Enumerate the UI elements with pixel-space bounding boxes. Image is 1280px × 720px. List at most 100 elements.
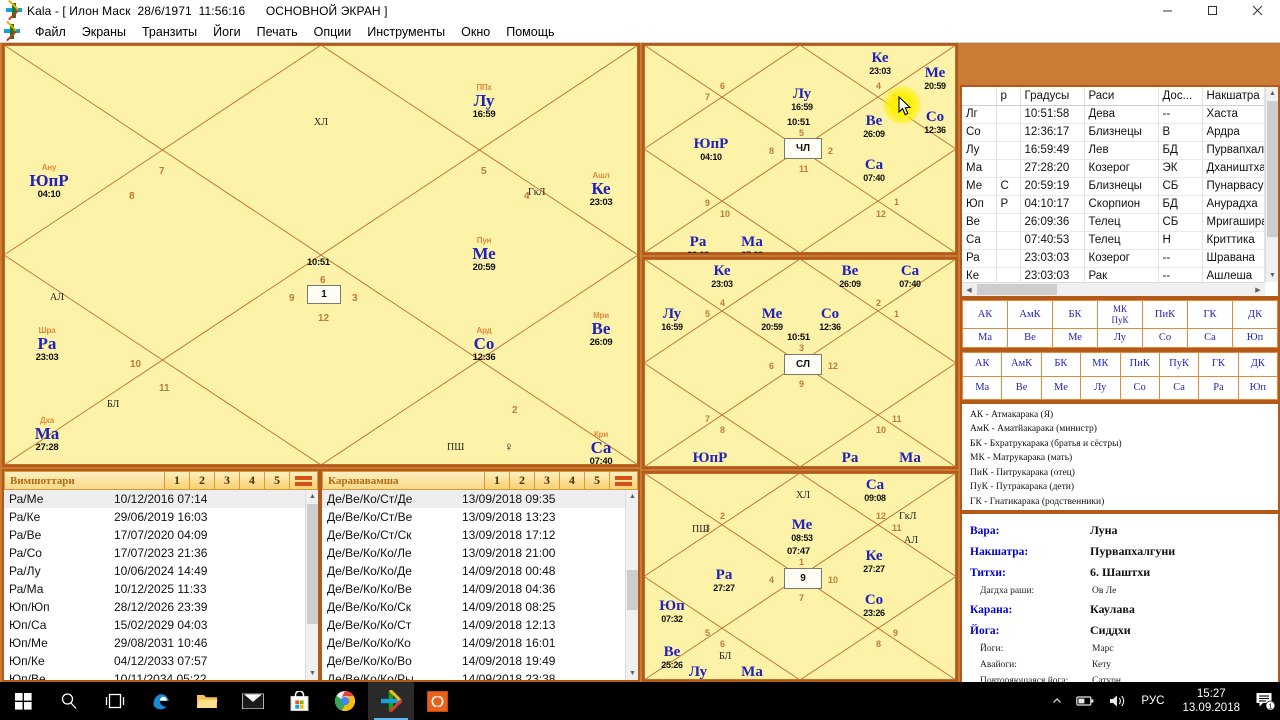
planet-cell-mercury[interactable]: Ме 08:53 bbox=[776, 517, 828, 543]
planet-cell-jupiter[interactable]: Ану ЮпР 04:10 bbox=[12, 164, 86, 199]
dasha-row[interactable]: Юп/Ве 10/11/2034 05:22 bbox=[4, 670, 305, 680]
taskbar-edge-button[interactable] bbox=[138, 682, 184, 720]
planet-cell-saturn[interactable]: Са 07:40 bbox=[884, 263, 936, 289]
karaka-header[interactable]: МК bbox=[1080, 352, 1121, 377]
karaka-value[interactable]: Юп bbox=[1237, 375, 1278, 400]
chart4-panel[interactable]: 1 2 3 4 5 6 7 8 9 10 11 12 ХЛ ГкЛ АЛ БЛ … bbox=[642, 471, 958, 682]
dasha-row[interactable]: Де/Ве/Ко/Ст/Ве 13/09/2018 13:23 bbox=[322, 508, 625, 526]
maximize-button[interactable] bbox=[1190, 0, 1235, 21]
planet-cell-moon[interactable]: Лу 16:59 bbox=[646, 306, 698, 332]
scroll-right-icon[interactable]: ▶ bbox=[1251, 283, 1265, 296]
dasha-scrollbar[interactable]: ▲ ▼ bbox=[625, 490, 638, 680]
dasha-level-tab-1[interactable]: 1 bbox=[165, 471, 190, 490]
dasha-row[interactable]: Де/Ве/Ко/Ко/Ск 14/09/2018 08:25 bbox=[322, 598, 625, 616]
dasha-level-tab-1[interactable]: 1 bbox=[485, 471, 510, 490]
dasha-list[interactable]: Де/Ве/Ко/Ст/Де 13/09/2018 09:35 Де/Ве/Ко… bbox=[322, 490, 625, 680]
planet-cell-rahu[interactable]: Ра 27:27 bbox=[698, 567, 750, 593]
dasha-row[interactable]: Де/Ве/Ко/Ко/Во 14/09/2018 19:49 bbox=[322, 652, 625, 670]
dasha-row[interactable]: Де/Ве/Ко/Ко/Ко 14/09/2018 16:01 bbox=[322, 634, 625, 652]
menu-item-screens[interactable]: Экраны bbox=[74, 23, 134, 41]
dasha-row[interactable]: Де/Ве/Ко/Ко/Ст 14/09/2018 12:13 bbox=[322, 616, 625, 634]
dasha-level-tab-4[interactable]: 4 bbox=[560, 471, 585, 490]
taskbar-chrome-button[interactable] bbox=[322, 682, 368, 720]
dasha-row[interactable]: Ра/Ме 10/12/2016 07:14 bbox=[4, 490, 305, 508]
planet-cell-mercury[interactable]: Пун Ме 20:59 bbox=[449, 237, 519, 272]
planet-table-hscrollbar[interactable]: ◀ ▶ bbox=[962, 282, 1265, 296]
karaka-grid-top-panel[interactable]: АК АмК БК МК ПуК ПиК ГК ДК Ма Ве Ме Лу С… bbox=[960, 298, 1280, 350]
tray-language-indicator[interactable]: РУС bbox=[1133, 695, 1172, 707]
rasi-chart-panel[interactable]: 1 2 3 4 5 6 7 8 9 10 11 12 ХЛ ГкЛ АЛ БЛ … bbox=[2, 43, 640, 467]
planet-cell-saturn[interactable]: Кри Са 07:40 bbox=[566, 431, 636, 466]
planet-cell-ketu[interactable]: Ке 23:03 bbox=[850, 50, 910, 76]
karaka-value[interactable]: Лу bbox=[1097, 328, 1143, 348]
table-row[interactable]: Са 07:40:53 Телец Н Криттика bbox=[962, 231, 1265, 250]
karaka-header[interactable]: ПиК bbox=[1142, 300, 1188, 330]
table-row[interactable]: Ке 23:03:03 Рак -- Ашлеша bbox=[962, 267, 1265, 282]
dasha-row[interactable]: Де/Ве/Ко/Ко/Ве 14/09/2018 04:36 bbox=[322, 580, 625, 598]
planet-cell-moon[interactable]: Лу 02:38 bbox=[672, 664, 724, 680]
table-row[interactable]: Ве 26:09:36 Телец СБ Мригашира bbox=[962, 213, 1265, 232]
menu-item-window[interactable]: Окно bbox=[453, 23, 498, 41]
planet-cell-ketu[interactable]: Ке 23:03 bbox=[696, 263, 748, 289]
dasha-row[interactable]: Ра/Ке 29/06/2019 16:03 bbox=[4, 508, 305, 526]
table-row[interactable]: Ма 27:28:20 Козерог ЭК Дхаништха bbox=[962, 159, 1265, 178]
planet-cell-rahu[interactable]: Ра 23:03 bbox=[824, 450, 876, 467]
dasha-row[interactable]: Юп/Юп 28/12/2026 23:39 bbox=[4, 598, 305, 616]
vimshottari-dasha-panel[interactable]: Вимшоттари 1 2 3 4 5 Ра/Ме 10/12/2016 07… bbox=[2, 469, 320, 682]
karaka-header[interactable]: ПиК bbox=[1119, 352, 1160, 377]
table-row[interactable]: Лу 16:59:49 Лев БД Пурвапхалгуни bbox=[962, 141, 1265, 160]
planet-cell-mars[interactable]: Дха Ма 27:28 bbox=[12, 417, 82, 452]
tray-battery-icon[interactable] bbox=[1069, 695, 1102, 707]
scroll-up-icon[interactable]: ▲ bbox=[1266, 87, 1278, 100]
karaka-header[interactable]: ДК bbox=[1237, 352, 1278, 377]
planet-cell-saturn[interactable]: Са 07:40 bbox=[848, 157, 900, 183]
planet-cell-mars[interactable]: Ма 07:45 bbox=[726, 664, 778, 680]
center-lagna-box[interactable]: СЛ bbox=[784, 354, 822, 375]
planet-cell-venus[interactable]: Мри Ве 26:09 bbox=[566, 312, 636, 347]
planet-cell-moon[interactable]: Лу 16:59 bbox=[776, 86, 828, 112]
planet-cell-sun[interactable]: Со 23:26 bbox=[848, 592, 900, 618]
planet-cell-mercury[interactable]: Ме 20:59 bbox=[909, 65, 956, 91]
dasha-row[interactable]: Юп/Ке 04/12/2033 07:57 bbox=[4, 652, 305, 670]
menu-item-yogas[interactable]: Йоги bbox=[205, 23, 248, 41]
windows-start-button[interactable] bbox=[0, 682, 46, 720]
karaka-header[interactable]: ДК bbox=[1232, 300, 1278, 330]
karaka-header[interactable]: АмК bbox=[1007, 300, 1053, 330]
dasha-row[interactable]: Де/Ве/Ко/Ст/Де 13/09/2018 09:35 bbox=[322, 490, 625, 508]
planet-cell-ketu[interactable]: Ке 27:27 bbox=[848, 548, 900, 574]
planet-cell-jupiter[interactable]: ЮпР 04:10 bbox=[679, 136, 743, 162]
dasha-level-tab-5[interactable]: 5 bbox=[585, 471, 610, 490]
dasha-row[interactable]: Де/Ве/Ко/Ст/Ск 13/09/2018 17:12 bbox=[322, 526, 625, 544]
karaka-header[interactable]: АмК bbox=[1001, 352, 1042, 377]
table-row[interactable]: Ра 23:03:03 Козерог -- Шравана bbox=[962, 249, 1265, 268]
table-row[interactable]: Лг 10:51:58 Дева -- Хаста bbox=[962, 105, 1265, 124]
taskbar-file-explorer-button[interactable] bbox=[184, 682, 230, 720]
dasha-row[interactable]: Ра/Со 17/07/2023 21:36 bbox=[4, 544, 305, 562]
planet-cell-venus[interactable]: Ве 26:09 bbox=[824, 263, 876, 289]
planet-cell-rahu[interactable]: Ра 23:03 bbox=[672, 234, 724, 253]
karaka-header[interactable]: БК bbox=[1040, 352, 1082, 377]
scroll-thumb[interactable] bbox=[307, 504, 318, 624]
taskbar-search-button[interactable] bbox=[46, 682, 92, 720]
tray-clock[interactable]: 15:27 13.09.2018 bbox=[1172, 687, 1250, 716]
dasha-row[interactable]: Де/Ве/Ко/Ко/Ле 13/09/2018 21:00 bbox=[322, 544, 625, 562]
table-row[interactable]: Со 12:36:17 Близнецы В Ардра bbox=[962, 123, 1265, 142]
tray-expand-icon[interactable] bbox=[1045, 696, 1069, 706]
taskbar-mail-button[interactable] bbox=[230, 682, 276, 720]
planet-cell-mercury[interactable]: Ме 20:59 bbox=[746, 306, 798, 332]
planet-positions-panel[interactable]: р Градусы Раси Дос... Накшатра Лг 10:51:… bbox=[960, 85, 1280, 298]
karaka-value[interactable]: Ве bbox=[1007, 328, 1053, 348]
dasha-row[interactable]: Ра/Ма 10/12/2025 11:33 bbox=[4, 580, 305, 598]
karaka-value[interactable]: Са bbox=[1187, 328, 1233, 348]
menu-item-tools[interactable]: Инструменты bbox=[359, 23, 453, 41]
planet-cell-sun[interactable]: Со 12:36 bbox=[804, 306, 856, 332]
planet-cell-saturn[interactable]: Са 09:08 bbox=[849, 477, 901, 503]
dasha-row[interactable]: Де/Ве/Ко/Ко/Де 14/09/2018 00:48 bbox=[322, 562, 625, 580]
scroll-thumb[interactable] bbox=[1267, 101, 1278, 237]
planet-cell-jupiter[interactable]: ЮпР 04:10 bbox=[678, 450, 742, 467]
menu-item-transits[interactable]: Транзиты bbox=[134, 23, 205, 41]
karaka-grid-bottom-panel[interactable]: АК АмК БК МК ПиК ПуК ГК ДК Ма Ве Ме Лу С… bbox=[960, 350, 1280, 402]
karaka-header[interactable]: ГК bbox=[1198, 352, 1239, 377]
menu-item-help[interactable]: Помощь bbox=[498, 23, 562, 41]
karaka-value[interactable]: Ма bbox=[962, 328, 1008, 348]
